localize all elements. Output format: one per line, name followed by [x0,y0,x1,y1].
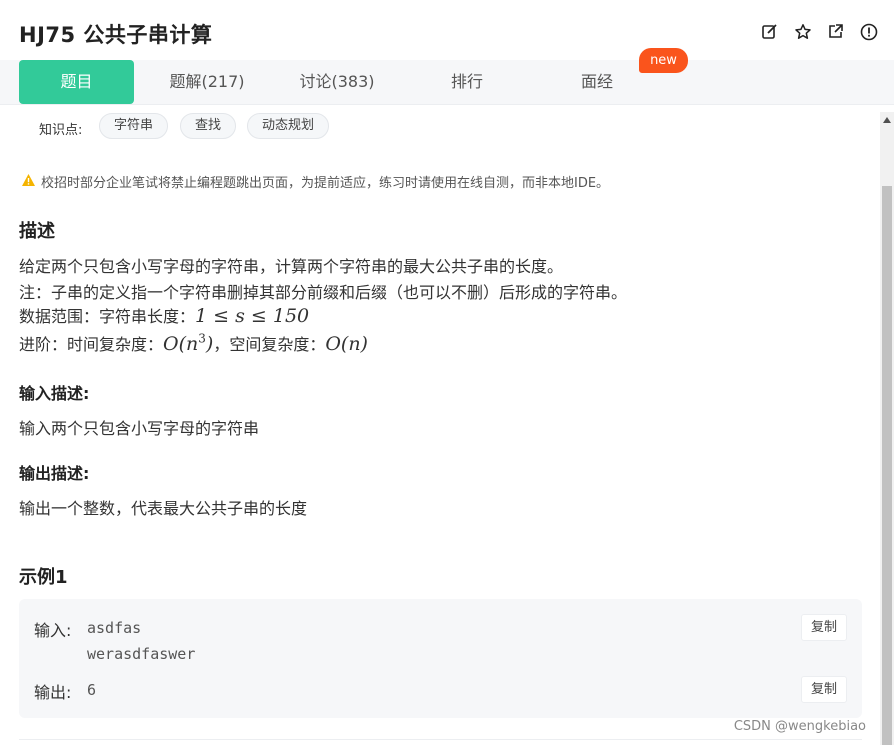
edit-icon[interactable] [760,22,779,41]
space-complexity-formula: O(n) [325,333,368,355]
range-label: 数据范围：字符串长度： [19,307,196,326]
warning-icon [21,173,36,191]
divider [19,739,862,740]
description-line-4: 进阶：时间复杂度：O(n3)，空间复杂度：O(n) [19,331,368,355]
scrollbar[interactable] [880,112,894,745]
tab-discussion[interactable]: 讨论(383) [282,60,392,104]
input-desc-heading: 输入描述: [19,384,90,403]
problem-title: HJ75 公共子串计算 [19,23,213,47]
new-badge: new [639,48,688,73]
description-line-2: 注：子串的定义指一个字符串删掉其部分前缀和后缀（也可以不删）后形成的字符串。 [19,283,628,302]
knowledge-label: 知识点: [39,123,83,138]
tab-interview[interactable]: 面经 [542,60,652,104]
warning-notice: 校招时部分企业笔试将禁止编程题跳出页面，为提前适应，练习时请使用在线自测，而非本… [21,172,609,191]
tab-problem[interactable]: 题目 [19,60,134,104]
tag-search[interactable]: 查找 [180,113,237,139]
example-input-label: 输入: [34,621,72,640]
header-actions [760,22,878,41]
info-icon[interactable] [859,22,878,41]
tag-dynamic-programming[interactable]: 动态规划 [247,113,330,139]
scrollbar-thumb[interactable] [882,186,892,745]
example-input-line-2: werasdfaswer [87,645,196,663]
input-desc-text: 输入两个只包含小写字母的字符串 [19,419,260,438]
example-output-value: 6 [87,681,97,699]
watermark: CSDN @wengkebiao [733,719,866,734]
tab-solutions[interactable]: 题解(217) [152,60,262,104]
example-input-line-1: asdfas [87,619,142,637]
example-box: 输入: asdfas werasdfaswer 复制 输出: 6 复制 [19,599,862,718]
description-line-1: 给定两个只包含小写字母的字符串，计算两个字符串的最大公共子串的长度。 [19,257,564,276]
output-desc-heading: 输出描述: [19,464,90,483]
time-complexity-formula: O(n3) [163,331,214,355]
range-formula: 1 ≤ s ≤ 150 [195,305,310,327]
star-icon[interactable] [793,22,812,41]
scroll-up-arrow-icon[interactable] [880,112,894,128]
space-label: ，空间复杂度： [213,335,326,354]
advanced-label: 进阶：时间复杂度： [19,335,164,354]
problem-header: HJ75 公共子串计算 [0,0,894,60]
external-link-icon[interactable] [826,22,845,41]
tab-bar: 题目 题解(217) 讨论(383) 排行 面经 [0,60,894,105]
output-desc-text: 输出一个整数，代表最大公共子串的长度 [19,499,308,518]
example-output-label: 输出: [34,683,72,702]
tab-ranking[interactable]: 排行 [412,60,522,104]
description-heading: 描述 [19,221,55,242]
copy-output-button[interactable]: 复制 [801,676,847,703]
example-heading: 示例1 [19,567,68,588]
description-line-3: 数据范围：字符串长度：1 ≤ s ≤ 150 [19,303,309,327]
warning-text: 校招时部分企业笔试将禁止编程题跳出页面，为提前适应，练习时请使用在线自测，而非本… [41,176,610,191]
copy-input-button[interactable]: 复制 [801,614,847,641]
problem-content: 知识点: 字符串 查找 动态规划 校招时部分企业笔试将禁止编程题跳出页面，为提前… [0,105,880,745]
tag-string[interactable]: 字符串 [99,113,169,139]
